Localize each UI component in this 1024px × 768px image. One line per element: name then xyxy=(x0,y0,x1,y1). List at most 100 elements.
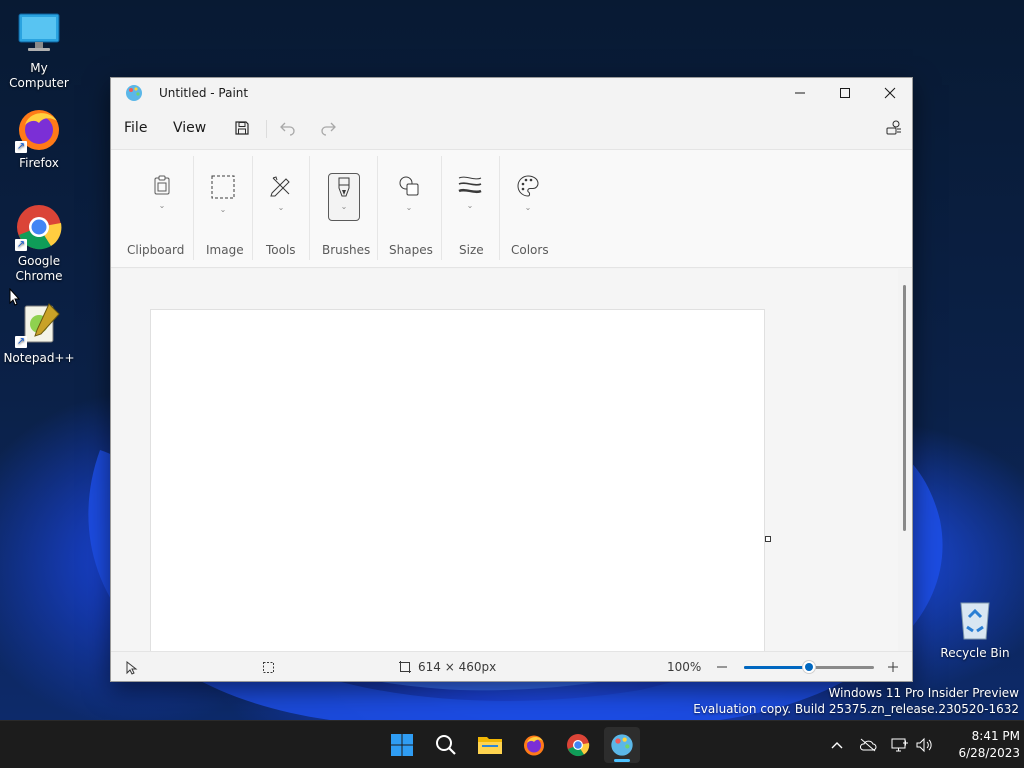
chevron-down-icon: ⌄ xyxy=(158,201,166,210)
minimize-button[interactable] xyxy=(777,78,823,108)
taskbar-firefox[interactable] xyxy=(518,729,550,761)
zoom-level-text: 100% xyxy=(667,660,702,674)
taskbar-file-explorer[interactable] xyxy=(474,729,506,761)
ribbon-group-image[interactable]: ⌄ Image xyxy=(195,150,251,269)
maximize-button[interactable] xyxy=(822,78,868,108)
active-app-indicator xyxy=(614,759,630,762)
ribbon-group-label: Colors xyxy=(511,243,549,257)
ribbon-group-icon-wrap: ⌄ xyxy=(145,174,179,222)
drawing-canvas[interactable] xyxy=(150,309,765,651)
ribbon-group-clipboard[interactable]: ⌄ Clipboard xyxy=(121,150,201,269)
redo-icon xyxy=(321,122,336,136)
desktop-icon-label: My Computer xyxy=(9,61,69,90)
speaker-icon xyxy=(916,737,932,753)
canvas-size-text: 614 × 460px xyxy=(418,660,497,674)
watermark-line-2: Evaluation copy. Build 25375.zn_release.… xyxy=(693,702,1019,716)
title-bar[interactable]: Untitled - Paint xyxy=(111,78,912,108)
paint-app-icon xyxy=(125,84,143,102)
canvas-area xyxy=(111,269,912,651)
save-button[interactable] xyxy=(229,116,255,140)
redo-button[interactable] xyxy=(315,116,341,140)
desktop-icon-recycle-bin[interactable]: Recycle Bin xyxy=(936,595,1014,661)
canvas-resize-handle[interactable] xyxy=(765,536,771,542)
paint-app-icon xyxy=(611,734,633,756)
watermark-line-1: Windows 11 Pro Insider Preview xyxy=(828,686,1019,700)
canvas-size-icon xyxy=(399,661,411,673)
zoom-slider-fill xyxy=(744,666,809,669)
chevron-down-icon: ⌄ xyxy=(277,203,285,212)
ribbon-group-brushes[interactable]: ⌄ Brushes xyxy=(317,150,375,269)
ribbon-group-icon-wrap: ⌄ xyxy=(206,174,240,222)
zoom-in-button[interactable] xyxy=(882,658,904,676)
clock-time: 8:41 PM xyxy=(971,729,1020,743)
brush-icon xyxy=(338,177,350,197)
notepad-plus-plus-icon: ↗ xyxy=(15,300,63,348)
shortcut-arrow-icon: ↗ xyxy=(15,141,27,153)
toolbar-separator xyxy=(266,120,267,138)
ribbon-group-icon-wrap: ⌄ xyxy=(511,174,545,222)
ribbon-group-icon-wrap: ⌄ xyxy=(264,174,298,222)
ribbon-separator xyxy=(193,156,194,260)
selection-size-icon xyxy=(263,662,274,673)
undo-button[interactable] xyxy=(275,116,301,140)
start-button[interactable] xyxy=(386,729,418,761)
network-button[interactable] xyxy=(856,729,880,761)
desktop-icon-label: Firefox xyxy=(19,156,59,170)
chevron-up-icon xyxy=(831,742,843,749)
zoom-slider-thumb[interactable] xyxy=(803,661,815,673)
desktop-icon-notepad-plus-plus[interactable]: ↗ Notepad++ xyxy=(0,300,78,366)
vertical-scrollbar-thumb[interactable] xyxy=(903,285,906,531)
desktop-icon-google-chrome[interactable]: ↗ Google Chrome xyxy=(0,203,78,284)
ribbon-group-label: Image xyxy=(206,243,244,257)
zoom-slider[interactable] xyxy=(744,661,874,673)
ribbon-group-label: Tools xyxy=(266,243,296,257)
status-bar: 614 × 460px 100% xyxy=(111,651,912,681)
chevron-down-icon: ⌄ xyxy=(340,202,348,211)
monitor-network-icon xyxy=(891,738,908,752)
account-settings-icon xyxy=(886,120,901,135)
ribbon-group-shapes[interactable]: ⌄ Shapes xyxy=(377,150,441,269)
display-network-button[interactable] xyxy=(888,729,912,761)
search-button[interactable] xyxy=(430,729,462,761)
shortcut-arrow-icon: ↗ xyxy=(15,239,27,251)
ribbon-group-size[interactable]: ⌄ Size xyxy=(441,150,499,269)
clipboard-icon xyxy=(154,175,170,195)
show-hidden-icons-button[interactable] xyxy=(826,729,848,761)
zoom-slider-thumb-dot xyxy=(805,663,813,671)
chrome-icon xyxy=(567,734,590,757)
menu-view[interactable]: View xyxy=(173,120,206,136)
monitor-icon xyxy=(15,10,63,58)
selection-icon xyxy=(211,175,235,199)
taskbar-paint[interactable] xyxy=(604,727,640,763)
ribbon-group-colors[interactable]: ⌄ Colors xyxy=(499,150,559,269)
desktop-icon-label: Google Chrome xyxy=(15,254,63,283)
minus-icon xyxy=(717,666,727,668)
clock[interactable]: 8:41 PM 6/28/2023 xyxy=(940,728,1020,762)
ribbon-group-tools[interactable]: ⌄ Tools xyxy=(253,150,309,269)
maximize-icon xyxy=(840,88,850,98)
chevron-down-icon: ⌄ xyxy=(466,201,474,210)
chevron-down-icon: ⌄ xyxy=(219,205,227,214)
close-button[interactable] xyxy=(867,78,913,108)
desktop-icon-label: Notepad++ xyxy=(3,351,75,365)
firefox-icon: ↗ xyxy=(15,105,63,153)
ribbon-group-label: Size xyxy=(459,243,484,257)
account-button[interactable] xyxy=(881,116,907,140)
save-icon xyxy=(235,121,249,135)
line-size-icon xyxy=(458,176,482,194)
menu-bar: File View xyxy=(111,108,912,148)
desktop-icon-firefox[interactable]: ↗ Firefox xyxy=(0,105,78,171)
pointer-position-icon xyxy=(126,661,138,675)
ribbon-group-icon-wrap: ⌄ xyxy=(327,174,361,222)
zoom-out-button[interactable] xyxy=(711,658,733,676)
cloud-offline-icon xyxy=(859,738,877,752)
windows-logo-icon xyxy=(391,734,413,756)
clock-date: 6/28/2023 xyxy=(958,746,1020,760)
desktop-icon-my-computer[interactable]: My Computer xyxy=(0,10,78,91)
taskbar-chrome[interactable] xyxy=(562,729,594,761)
ribbon-toolbar: ⌄ Clipboard ⌄ Image ⌄ Tools ⌄ Brushes ⌄ … xyxy=(111,149,912,268)
menu-file[interactable]: File xyxy=(124,120,147,136)
volume-button[interactable] xyxy=(912,729,936,761)
ribbon-group-label: Shapes xyxy=(389,243,433,257)
ribbon-group-label: Clipboard xyxy=(127,243,185,257)
